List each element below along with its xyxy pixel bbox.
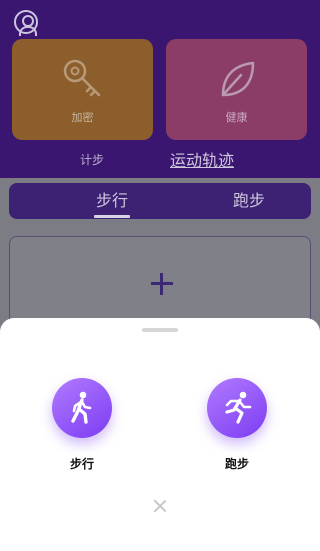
mode-tabs: 步行 跑步 (9, 183, 311, 219)
close-icon[interactable] (153, 499, 167, 513)
user-icon[interactable] (14, 10, 38, 36)
walk-option[interactable]: 步行 (42, 378, 122, 472)
encrypt-label: 加密 (71, 111, 94, 124)
walk-option-label: 步行 (69, 457, 94, 471)
health-card[interactable]: 健康 (166, 39, 307, 140)
track-link[interactable]: 运动轨迹 (170, 147, 234, 171)
key-icon (61, 57, 105, 105)
health-label: 健康 (225, 111, 248, 124)
header-panel: 加密 健康 计步 运动轨迹 (0, 0, 320, 178)
tab-run[interactable]: 跑步 (189, 183, 309, 219)
leaf-icon (215, 57, 259, 105)
encrypt-card[interactable]: 加密 (12, 39, 153, 140)
walk-option-button[interactable] (52, 378, 112, 438)
run-option[interactable]: 跑步 (197, 378, 277, 472)
sheet-grabber[interactable] (142, 328, 178, 332)
active-tab-indicator (94, 215, 130, 218)
steps-label: 计步 (79, 153, 104, 167)
run-option-button[interactable] (207, 378, 267, 438)
run-option-label: 跑步 (224, 457, 249, 471)
sport-picker-sheet: 步行 跑步 (0, 318, 320, 551)
tab-walk[interactable]: 步行 (52, 183, 172, 219)
plus-icon (151, 273, 173, 295)
